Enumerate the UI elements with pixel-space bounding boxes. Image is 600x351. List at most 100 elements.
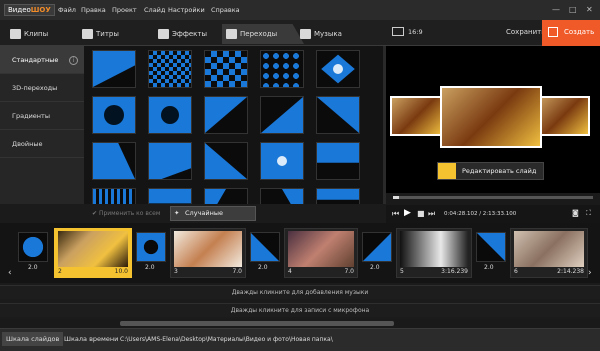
playback-controls: ⏮ ▶ ■ ⏭ 0:04:28.102 / 2:13:33.100 ◙ ⛶	[386, 205, 600, 223]
snapshot-icon[interactable]: ◙	[572, 209, 579, 217]
transition-duration: 2.0	[145, 264, 155, 271]
tab-effects[interactable]: Эффекты	[154, 24, 220, 44]
save-button[interactable]: Сохранить	[506, 28, 545, 36]
effects-icon	[158, 29, 169, 39]
export-icon	[548, 27, 558, 37]
tab-transitions[interactable]: Переходы	[222, 24, 304, 44]
minimize-icon[interactable]: —	[552, 5, 560, 14]
preview-toolbar: 16:9 Сохранить Создать	[386, 20, 600, 46]
app-logo: ВидеоШОУ	[4, 4, 55, 16]
category-gradients[interactable]: Градиенты	[0, 102, 84, 130]
random-transitions-button[interactable]: ✦ Случайные переходы	[170, 206, 256, 230]
clips-icon	[10, 29, 21, 39]
menu-settings[interactable]: Настройки	[168, 6, 205, 14]
transition-thumb[interactable]	[92, 96, 136, 134]
pencil-icon	[438, 163, 456, 179]
timeline-transition[interactable]	[136, 232, 166, 262]
slide-thumbnail	[514, 231, 584, 267]
transition-thumb[interactable]	[316, 142, 360, 180]
transition-thumb[interactable]	[316, 50, 360, 88]
transition-thumb[interactable]	[316, 96, 360, 134]
slide-thumbnail	[400, 231, 468, 267]
edit-slide-label: Редактировать слайд	[462, 167, 537, 175]
timeline-slide[interactable]: 5 3:16.239	[396, 228, 472, 278]
category-3d[interactable]: 3D-переходы	[0, 74, 84, 102]
seek-bar[interactable]	[386, 193, 600, 205]
preview-photo	[536, 96, 590, 136]
play-icon[interactable]: ▶	[404, 208, 411, 218]
transition-thumb[interactable]	[92, 50, 136, 88]
menu-bar: ВидеоШОУ Файл Правка Проект Слайд Настро…	[0, 0, 600, 20]
transition-thumb[interactable]	[148, 50, 192, 88]
transitions-grid	[84, 46, 386, 204]
seek-track[interactable]	[393, 196, 593, 199]
category-double[interactable]: Двойные	[0, 130, 84, 158]
transition-thumb[interactable]	[204, 188, 248, 204]
transition-thumb[interactable]	[148, 96, 192, 134]
transition-thumb[interactable]	[204, 50, 248, 88]
transition-duration: 2.0	[484, 264, 494, 271]
apply-all-button[interactable]: ✔ Применить ко всем	[92, 210, 160, 217]
storyboard-view-button[interactable]: Шкала слайдов	[2, 332, 64, 346]
project-path: C:\Users\AMS-Elena\Desktop\Материалы\Вид…	[120, 336, 333, 343]
transition-thumb[interactable]	[260, 96, 304, 134]
music-icon	[300, 29, 311, 39]
menu-edit[interactable]: Правка	[81, 6, 106, 14]
preview-photo-main	[440, 86, 542, 148]
transition-thumb[interactable]	[204, 142, 248, 180]
transition-thumb[interactable]	[204, 96, 248, 134]
transition-thumb[interactable]	[92, 188, 136, 204]
timeline-view-button[interactable]: Шкала времени	[60, 332, 122, 346]
transition-thumb[interactable]	[92, 142, 136, 180]
transition-thumb[interactable]	[260, 142, 304, 180]
transition-duration: 2.0	[370, 264, 380, 271]
timeline-slide[interactable]: 2 10.0	[54, 228, 132, 278]
prev-icon[interactable]: ⏮	[392, 209, 399, 219]
fullscreen-icon[interactable]: ⛶	[586, 209, 591, 218]
transition-thumb[interactable]	[148, 188, 192, 204]
timeline-transition[interactable]	[362, 232, 392, 262]
timeline-transition[interactable]	[250, 232, 280, 262]
next-icon[interactable]: ⏭	[428, 209, 435, 219]
timeline-transition[interactable]	[18, 232, 48, 262]
close-icon[interactable]: ✕	[586, 5, 593, 14]
stop-icon[interactable]: ■	[417, 209, 425, 218]
preview-photo	[390, 96, 444, 136]
create-button[interactable]: Создать	[542, 20, 600, 46]
category-standard[interactable]: Стандартные i	[0, 46, 84, 74]
info-icon[interactable]: i	[69, 56, 78, 65]
time-readout: 0:04:28.102 / 2:13:33.100	[444, 211, 517, 217]
microphone-track[interactable]: Дважды кликните для записи с микрофона	[0, 303, 600, 317]
transition-categories: Стандартные i 3D-переходы Градиенты Двойн…	[0, 46, 84, 204]
music-track[interactable]: Дважды кликните для добавления музыки	[0, 285, 600, 299]
menu-project[interactable]: Проект	[112, 6, 137, 14]
transition-thumb[interactable]	[148, 142, 192, 180]
timeline-scroll-thumb[interactable]	[120, 321, 394, 326]
maximize-icon[interactable]: □	[569, 5, 577, 14]
timeline-slide[interactable]: 3 7.0	[170, 228, 246, 278]
aspect-ratio[interactable]: 16:9	[408, 28, 423, 36]
timeline-slide[interactable]: 6 2:14.238	[510, 228, 588, 278]
menu-file[interactable]: Файл	[58, 6, 76, 14]
edit-slide-button[interactable]: Редактировать слайд	[437, 162, 544, 180]
seek-progress	[393, 196, 399, 199]
wand-icon: ✦	[174, 209, 180, 217]
timeline-slide[interactable]: 4 7.0	[284, 228, 358, 278]
preview-area	[386, 46, 600, 204]
transition-duration: 2.0	[28, 264, 38, 271]
menu-slide[interactable]: Слайд	[144, 6, 165, 14]
monitor-icon	[392, 27, 404, 36]
menu-help[interactable]: Справка	[211, 6, 240, 14]
transition-thumb[interactable]	[260, 50, 304, 88]
slide-thumbnail	[288, 231, 354, 267]
scroll-right-icon[interactable]: ›	[588, 268, 592, 278]
scroll-left-icon[interactable]: ‹	[8, 268, 12, 278]
transition-thumb[interactable]	[316, 188, 360, 204]
tab-music[interactable]: Музыка	[296, 24, 370, 44]
slide-thumbnail	[174, 231, 242, 267]
transition-thumb[interactable]	[260, 188, 304, 204]
tab-clips[interactable]: Клипы	[6, 24, 74, 44]
tab-titles[interactable]: Титры	[78, 24, 150, 44]
timeline-transition[interactable]	[476, 232, 506, 262]
titles-icon	[82, 29, 93, 39]
